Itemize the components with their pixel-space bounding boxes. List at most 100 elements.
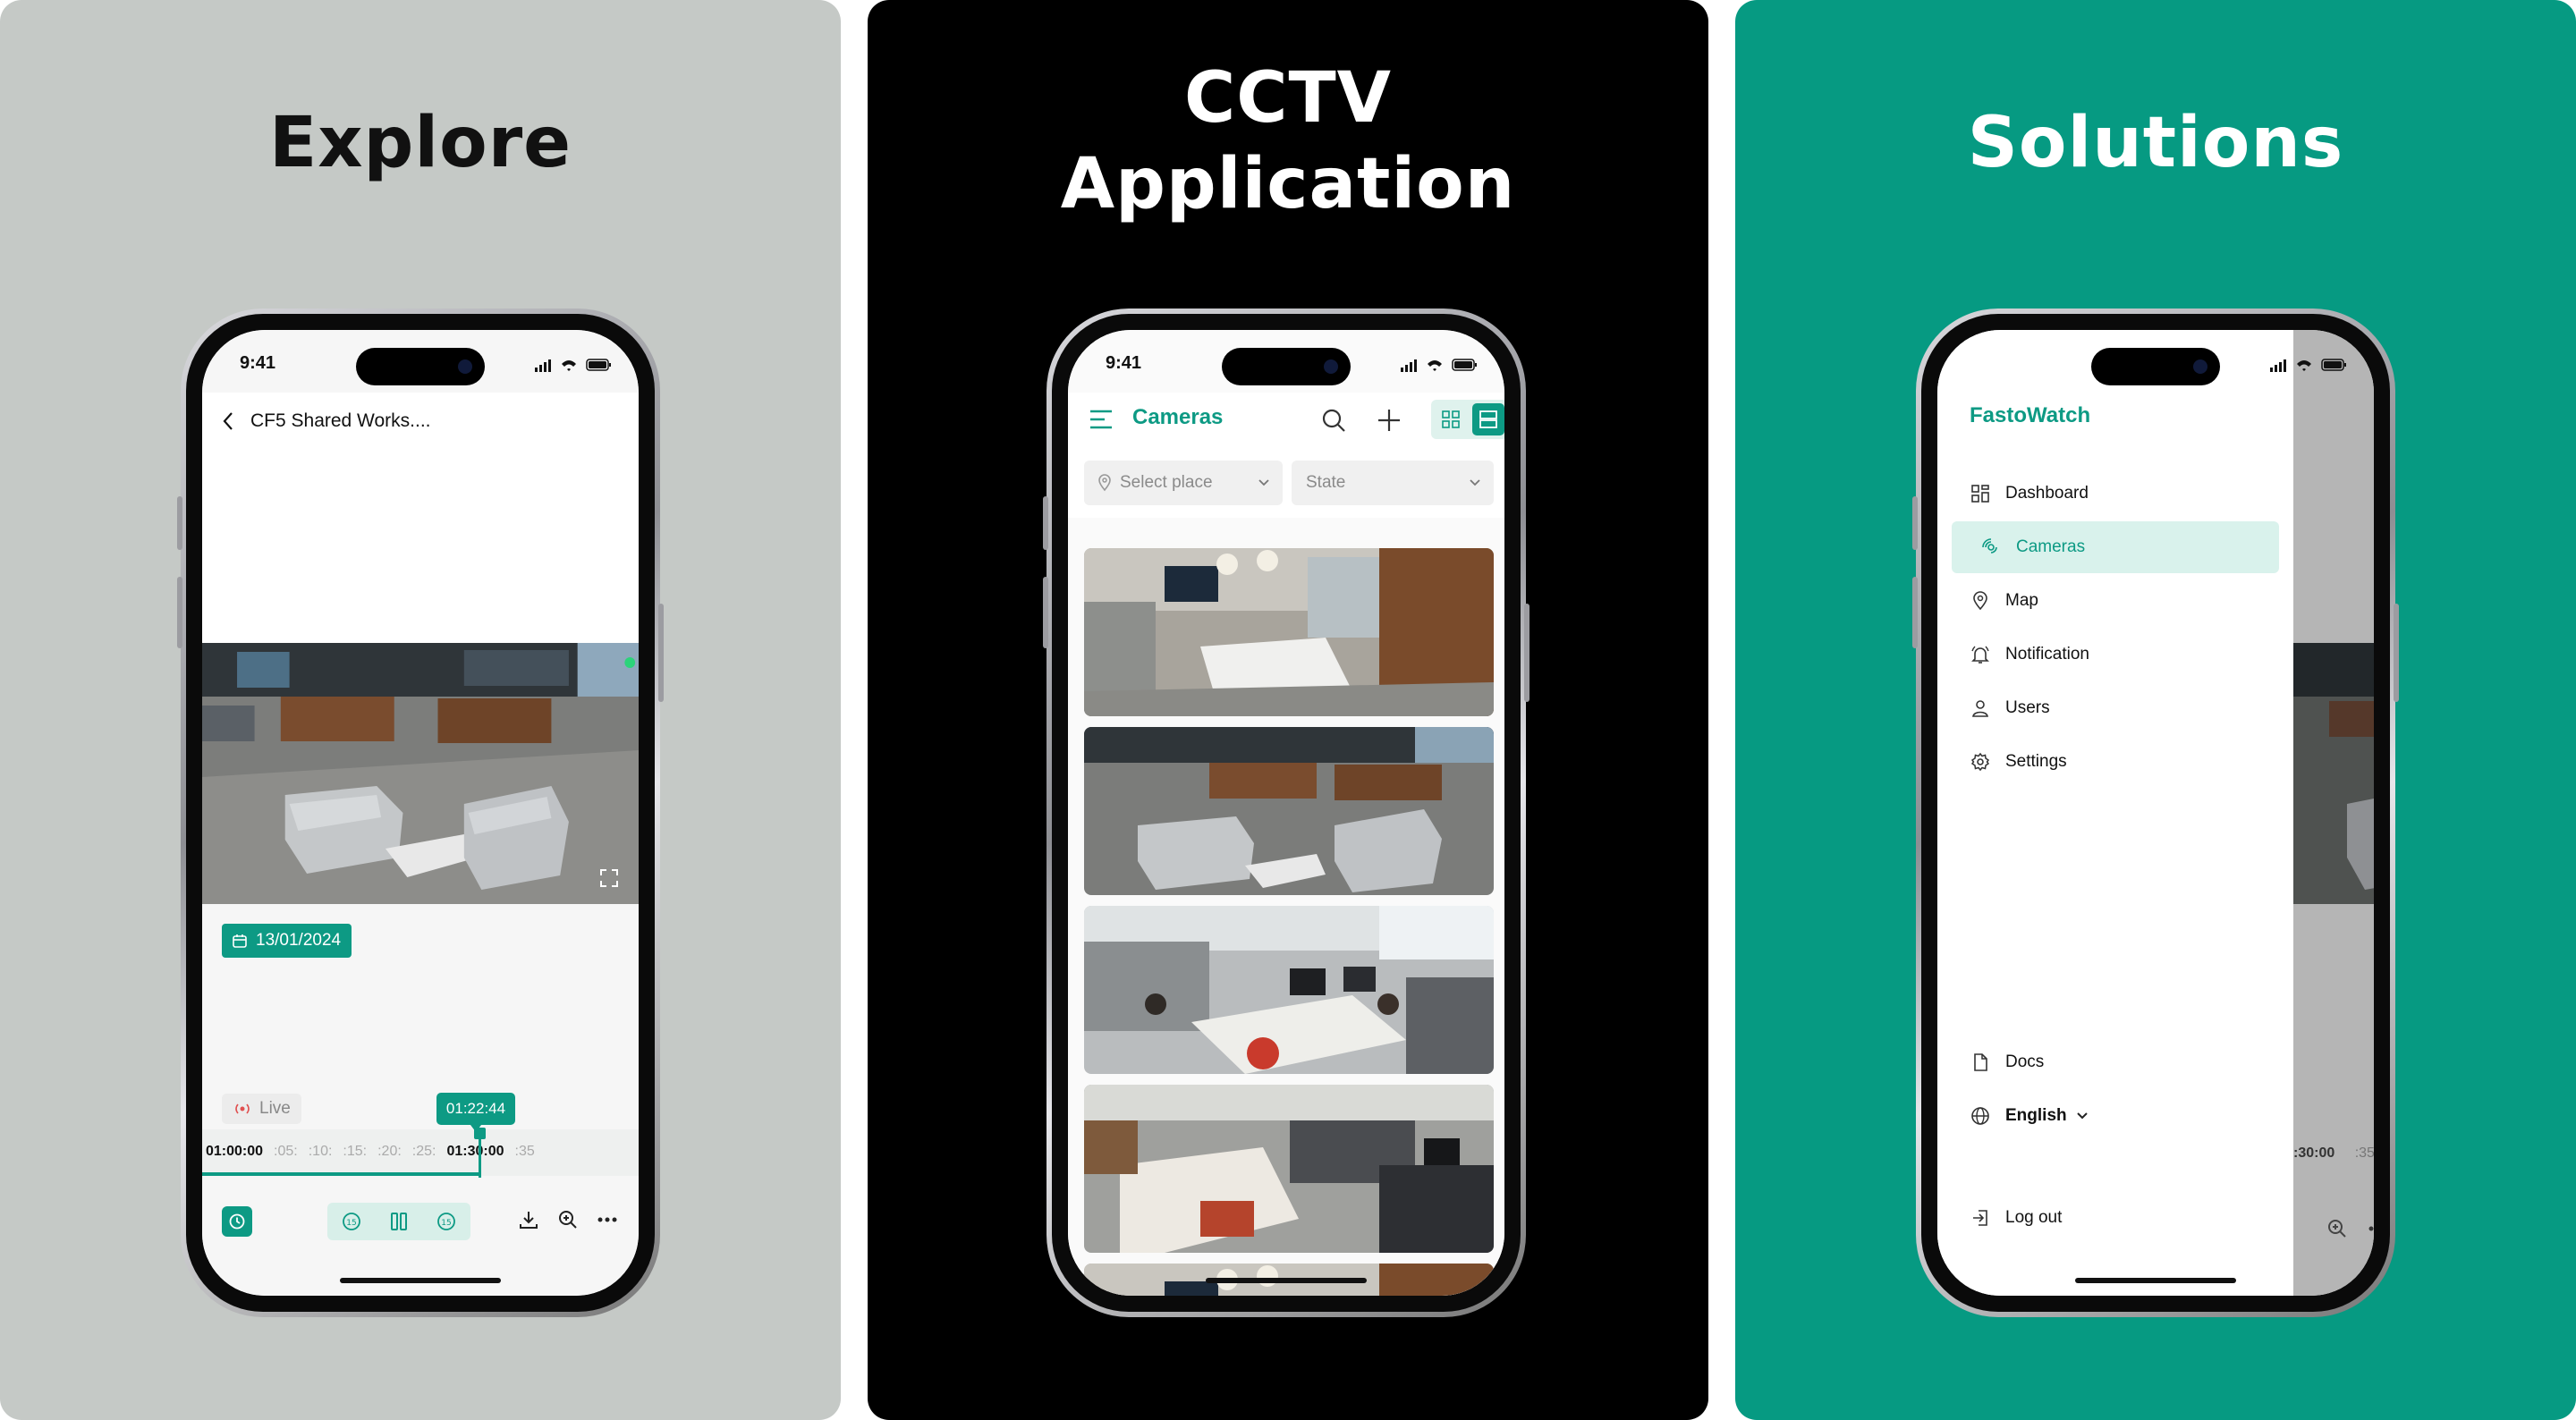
nav-item-users[interactable]: Users	[1952, 682, 2279, 734]
select-place-dropdown[interactable]: Select place	[1084, 461, 1283, 505]
brand-logo: FastoWatch	[1970, 403, 2091, 427]
grid-icon	[1442, 410, 1460, 428]
history-button[interactable]	[222, 1206, 252, 1237]
chevron-down-icon	[1470, 479, 1480, 486]
dimmed-more-icon	[2368, 1226, 2374, 1231]
search-icon[interactable]	[1320, 407, 1347, 434]
back-arrow-icon[interactable]	[222, 411, 234, 431]
nav-item-cameras[interactable]: Cameras	[1952, 521, 2279, 573]
grid-view-button[interactable]	[1435, 403, 1467, 435]
date-picker-button[interactable]: 13/01/2024	[222, 924, 352, 958]
camera-icon	[1982, 538, 1997, 554]
calendar-icon	[233, 934, 247, 948]
panel-solutions: Solutions :30:00:35 FastoWatch Dashboar…	[1735, 0, 2576, 1420]
nav-item-settings[interactable]: Settings	[1952, 736, 2279, 788]
nav-item-map[interactable]: Map	[1952, 575, 2279, 627]
more-icon[interactable]	[596, 1208, 619, 1231]
nav-item-label: Dashboard	[2005, 484, 2089, 503]
status-icons	[535, 359, 611, 372]
timeline-cursor[interactable]	[474, 1128, 486, 1178]
live-broadcast-icon	[235, 1103, 250, 1114]
add-camera-icon[interactable]	[1376, 407, 1402, 434]
lounge-video-frame	[202, 643, 639, 904]
timeline-tick-label: :25:	[411, 1144, 436, 1159]
logout-button[interactable]: Log out	[1952, 1192, 2279, 1244]
headline-line-1: CCTV	[1183, 58, 1393, 139]
chevron-down-icon	[2076, 1112, 2088, 1120]
home-indicator	[1206, 1278, 1367, 1283]
svg-text:15: 15	[346, 1219, 356, 1228]
playback-timeline[interactable]: 01:00:00:05::10::15::20::25: 01:30:00:35	[202, 1128, 639, 1178]
timeline-tick-label: 01:30:00	[446, 1144, 504, 1159]
panel-headline: Explore	[268, 103, 572, 183]
nav-item-notification[interactable]: Notification	[1952, 629, 2279, 680]
panel-cctv: CCTV Application 9:41 Cameras Select pla…	[868, 0, 1708, 1420]
chevron-down-icon	[1258, 479, 1269, 486]
date-label: 13/01/2024	[256, 931, 342, 950]
timeline-labels: 01:00:00:05::10::15::20::25: 01:30:00:35	[206, 1144, 546, 1160]
rewind-15-icon[interactable]: 15	[340, 1210, 363, 1233]
extra-controls	[517, 1208, 619, 1231]
map-pin-icon	[1973, 591, 1987, 611]
nav-item-label: Notification	[2005, 645, 2089, 664]
back-nav[interactable]: CF5 Shared Works....	[222, 410, 431, 432]
nav-item-dashboard[interactable]: Dashboard	[1952, 468, 2279, 520]
pause-icon[interactable]	[387, 1210, 411, 1233]
phone-screen: 9:41 CF5 Shared Works.... 13/01/2024 Liv…	[202, 330, 639, 1296]
dimmed-timeline-label: :35	[2354, 1145, 2374, 1161]
nav-item-label: Map	[2005, 591, 2038, 610]
state-placeholder: State	[1306, 473, 1346, 492]
location-pin-icon	[1098, 474, 1111, 492]
page-title: Cameras	[1132, 405, 1224, 429]
forward-15-icon[interactable]: 15	[435, 1210, 458, 1233]
status-time: 9:41	[1106, 353, 1142, 373]
navigation-drawer: FastoWatch Dashboard Cameras Map Notific…	[1937, 330, 2293, 1296]
phone-frame: :30:00 :35 FastoWatch Dashboard Cameras …	[1912, 309, 2399, 1317]
dimmed-timeline-label: :30:00	[2293, 1145, 2335, 1161]
phone-screen: :30:00 :35 FastoWatch Dashboard Cameras …	[1937, 330, 2374, 1296]
headline-line-2: Application	[1060, 144, 1516, 224]
status-icons	[1401, 359, 1477, 372]
list-view-icon	[1479, 410, 1497, 428]
dimmed-video-background	[2293, 643, 2374, 904]
nav-item-label: Docs	[2005, 1052, 2045, 1071]
timeline-tick-label: :15:	[343, 1144, 368, 1159]
camera-thumbnail-office-desks[interactable]	[1084, 1085, 1494, 1253]
playback-group: 15 15	[327, 1203, 470, 1240]
language-label: English	[2005, 1106, 2067, 1125]
zoom-in-icon[interactable]	[556, 1208, 580, 1231]
phone-frame: 9:41 Cameras Select place State	[1043, 309, 1530, 1317]
fullscreen-icon[interactable]	[599, 868, 619, 888]
camera-name: CF5 Shared Works....	[250, 410, 431, 431]
timeline-progress	[202, 1172, 479, 1176]
panel-explore: Explore 9:41 CF5 Shared Works.... 13/01/…	[0, 0, 841, 1420]
language-selector[interactable]: English	[1952, 1090, 2279, 1142]
nav-item-docs[interactable]: Docs	[1952, 1036, 2279, 1088]
live-button[interactable]: Live	[222, 1094, 301, 1124]
dimmed-timeline-labels: :30:00 :35	[2293, 1145, 2374, 1162]
status-time: 9:41	[240, 353, 276, 373]
live-label: Live	[259, 1099, 291, 1118]
current-time-tooltip: 01:22:44	[436, 1093, 515, 1132]
nav-item-label: Cameras	[2016, 537, 2086, 556]
video-player[interactable]	[202, 643, 639, 904]
phone-screen: 9:41 Cameras Select place State	[1068, 330, 1504, 1296]
timeline-tick-label: :05:	[274, 1144, 298, 1159]
menu-icon[interactable]	[1088, 407, 1114, 432]
timeline-tick-label: :20:	[377, 1144, 402, 1159]
select-place-placeholder: Select place	[1120, 473, 1213, 492]
dimmed-zoom-icon	[2328, 1220, 2346, 1238]
state-dropdown[interactable]: State	[1292, 461, 1494, 505]
user-icon	[1972, 700, 1988, 717]
download-icon[interactable]	[517, 1208, 540, 1231]
nav-item-label: Settings	[2005, 752, 2067, 771]
list-view-button[interactable]	[1472, 403, 1504, 435]
camera-thumbnail-conference-room[interactable]	[1084, 548, 1494, 716]
svg-text:15: 15	[442, 1219, 452, 1228]
timeline-tick-label: :35	[514, 1144, 535, 1159]
bell-icon	[1971, 646, 1989, 664]
camera-thumbnail-lounge[interactable]	[1084, 727, 1494, 895]
camera-thumbnail-open-office[interactable]	[1084, 906, 1494, 1074]
panel-headline: Solutions	[1967, 103, 2344, 183]
home-indicator	[340, 1278, 501, 1283]
